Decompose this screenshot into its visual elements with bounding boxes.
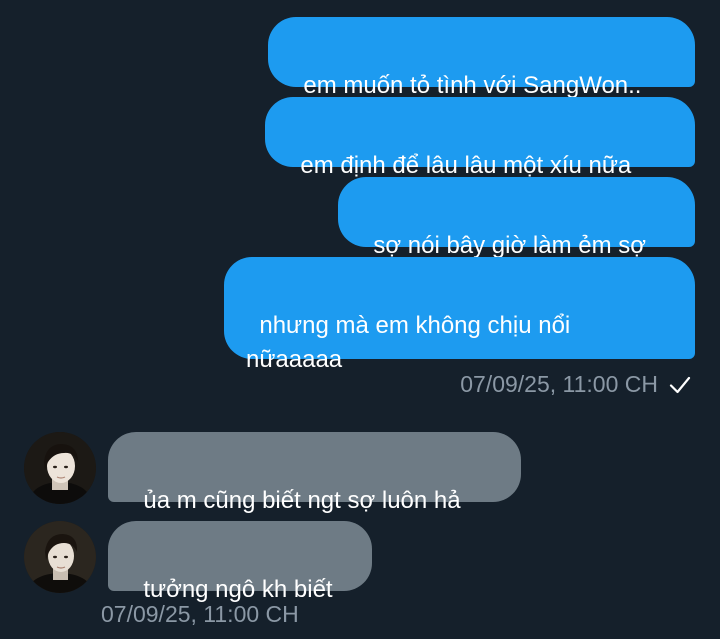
received-message-bubble[interactable]: tưởng ngô kh biết [108, 521, 372, 603]
message-text: nhưng mà em không chịu nổi nữaaaaa [246, 312, 571, 373]
checkmark-icon [669, 376, 691, 394]
sent-message-bubble[interactable]: nhưng mà em không chịu nổi nữaaaaa [224, 257, 695, 373]
sent-message-bubble[interactable]: sợ nói bây giờ làm ẻm sợ [338, 177, 695, 259]
sent-message-bubble[interactable]: em định để lâu lâu một xíu nữa [265, 97, 695, 179]
message-timestamp: 07/09/25, 11:00 CH [460, 371, 658, 397]
message-text: em định để lâu lâu một xíu nữa [300, 152, 632, 179]
message-text: sợ nói bây giờ làm ẻm sợ [373, 232, 646, 259]
avatar[interactable] [24, 432, 96, 504]
sent-message-bubble[interactable]: em muốn tỏ tình với SangWon.. [268, 17, 695, 99]
avatar[interactable] [24, 521, 96, 593]
message-text: em muốn tỏ tình với SangWon.. [303, 72, 642, 99]
message-text: tưởng ngô kh biết [143, 576, 333, 603]
message-timestamp: 07/09/25, 11:00 CH [101, 601, 299, 627]
message-text: ủa m cũng biết ngt sợ luôn hả [143, 487, 461, 514]
received-message-bubble[interactable]: ủa m cũng biết ngt sợ luôn hả [108, 432, 521, 514]
